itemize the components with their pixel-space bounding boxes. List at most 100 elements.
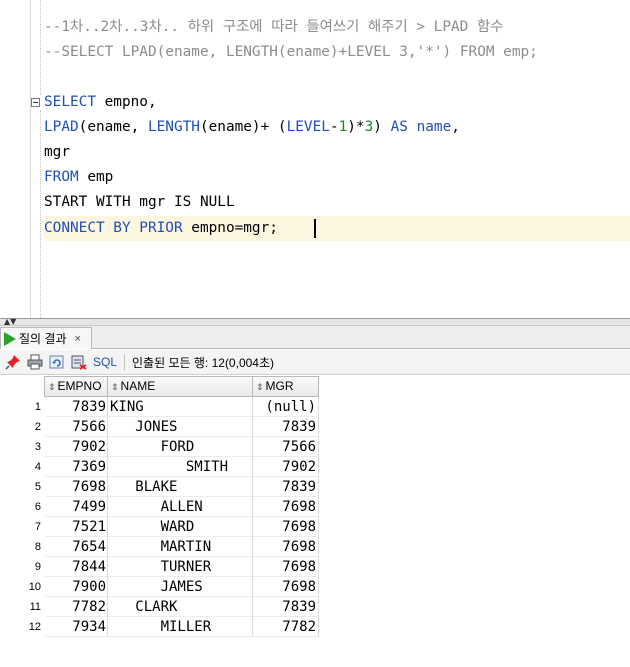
cell-mgr[interactable]: 7698 [253, 497, 319, 517]
code-text: )* [347, 119, 365, 135]
cell-empno[interactable]: 7844 [45, 557, 108, 577]
panel-splitter[interactable]: ▲▼ [0, 318, 630, 326]
table-row[interactable]: 4 7369 SMITH 7902 [0, 457, 320, 477]
cell-mgr[interactable]: 7698 [253, 577, 319, 597]
cell-name[interactable]: FORD [108, 437, 253, 457]
row-number: 8 [34, 541, 41, 553]
column-header-mgr[interactable]: ⇕ MGR [253, 376, 319, 397]
cell-empno[interactable]: 7900 [45, 577, 108, 597]
column-header-label: MGR [265, 379, 294, 393]
cell-empno[interactable]: 7566 [45, 417, 108, 437]
column-header-label: EMPNO [57, 379, 102, 393]
column-header-empno[interactable]: ⇕ EMPNO [44, 376, 108, 397]
cell-mgr[interactable]: 7902 [253, 457, 319, 477]
column-header-name[interactable]: ⇕ NAME [108, 376, 253, 397]
cell-name[interactable]: TURNER [108, 557, 253, 577]
keyword-as: AS [390, 119, 408, 135]
print-icon[interactable] [26, 354, 43, 371]
sql-link[interactable]: SQL [93, 355, 117, 369]
run-icon [4, 331, 16, 346]
cell-name[interactable]: JONES [108, 417, 253, 437]
table-row[interactable]: 2 7566 JONES 7839 [0, 417, 320, 437]
cell-name[interactable]: KING [108, 397, 253, 417]
table-row[interactable]: 9 7844 TURNER 7698 [0, 557, 320, 577]
row-number: 12 [28, 621, 41, 633]
splitter-arrows-icon[interactable]: ▲▼ [4, 318, 16, 326]
table-row[interactable]: 11 7782 CLARK 7839 [0, 597, 320, 617]
cell-mgr[interactable]: 7839 [253, 417, 319, 437]
results-tabbar: 질의 결과 × [0, 326, 630, 349]
cell-name[interactable]: MILLER [108, 617, 253, 637]
code-line-select: SELECT empno, [44, 90, 157, 115]
text-caret [314, 219, 316, 238]
table-row[interactable]: 6 7499 ALLEN 7698 [0, 497, 320, 517]
column-header-label: NAME [120, 379, 156, 393]
code-text: empno=mgr; [182, 220, 278, 236]
number-literal: 1 [338, 119, 348, 135]
code-text: - [329, 119, 339, 135]
cell-name[interactable]: CLARK [108, 597, 253, 617]
cell-mgr[interactable]: 7839 [253, 477, 319, 497]
row-number: 4 [34, 461, 41, 473]
row-number: 10 [28, 581, 41, 593]
function-length: LENGTH [147, 119, 200, 135]
table-row[interactable]: 7 7521 WARD 7698 [0, 517, 320, 537]
cell-mgr[interactable]: 7839 [253, 597, 319, 617]
cell-empno[interactable]: 7934 [45, 617, 108, 637]
tab-label: 질의 결과 [19, 332, 67, 346]
cell-empno[interactable]: 7902 [45, 437, 108, 457]
indent-guide [40, 110, 41, 318]
row-number: 11 [29, 601, 41, 613]
code-text: , [451, 119, 460, 135]
cell-mgr[interactable]: 7698 [253, 537, 319, 557]
table-row[interactable]: 1 7839 KING (null) [0, 397, 320, 417]
code-line-from: FROM emp [44, 165, 113, 190]
code-line-comment-2: --SELECT LPAD(ename, LENGTH(ename)+LEVEL… [44, 44, 538, 60]
cell-mgr[interactable]: 7698 [253, 517, 319, 537]
table-row[interactable]: 5 7698 BLAKE 7839 [0, 477, 320, 497]
cell-empno[interactable]: 7654 [45, 537, 108, 557]
sort-icon: ⇕ [256, 383, 264, 393]
export-icon[interactable] [70, 354, 87, 371]
cell-empno[interactable]: 7499 [45, 497, 108, 517]
keyword-select: SELECT [44, 94, 96, 110]
cell-mgr[interactable]: 7782 [253, 617, 319, 637]
indent-guide [40, 0, 41, 95]
fold-toggle-icon[interactable] [31, 98, 40, 107]
refresh-icon[interactable] [48, 354, 65, 371]
sql-editor[interactable]: --1차..2차..3차.. 하위 구조에 따라 들여쓰기 해주기 > LPAD… [0, 0, 630, 318]
table-row[interactable]: 3 7902 FORD 7566 [0, 437, 320, 457]
code-text: (ename, [78, 119, 148, 135]
code-line-lpad: LPAD(ename, LENGTH(ename)+ (LEVEL-1)*3) … [44, 115, 460, 140]
code-text: ) [373, 119, 391, 135]
cell-name[interactable]: SMITH [108, 457, 253, 477]
cell-empno[interactable]: 7698 [45, 477, 108, 497]
table-row[interactable]: 10 7900 JAMES 7698 [0, 577, 320, 597]
cell-empno[interactable]: 7369 [45, 457, 108, 477]
cell-mgr[interactable]: (null) [253, 397, 319, 417]
keyword-connect-by-prior: CONNECT BY PRIOR [44, 220, 183, 236]
row-number: 3 [34, 441, 41, 453]
row-number: 2 [34, 421, 41, 433]
row-number: 6 [34, 501, 41, 513]
cell-name[interactable]: ALLEN [108, 497, 253, 517]
code-text: (ename)+ ( [199, 119, 287, 135]
row-number: 5 [34, 481, 41, 493]
tab-query-result[interactable]: 질의 결과 × [0, 327, 92, 349]
cell-name[interactable]: BLAKE [108, 477, 253, 497]
cell-empno[interactable]: 7839 [45, 397, 108, 417]
cell-name[interactable]: MARTIN [108, 537, 253, 557]
cell-name[interactable]: JAMES [108, 577, 253, 597]
function-lpad: LPAD [44, 119, 79, 135]
close-icon[interactable]: × [75, 333, 81, 345]
alias-name: name [416, 119, 452, 135]
pin-icon[interactable] [4, 354, 21, 371]
cell-empno[interactable]: 7782 [45, 597, 108, 617]
table-row[interactable]: 12 7934 MILLER 7782 [0, 617, 320, 637]
cell-name[interactable]: WARD [108, 517, 253, 537]
cell-mgr[interactable]: 7566 [253, 437, 319, 457]
cell-empno[interactable]: 7521 [45, 517, 108, 537]
cell-mgr[interactable]: 7698 [253, 557, 319, 577]
table-row[interactable]: 8 7654 MARTIN 7698 [0, 537, 320, 557]
